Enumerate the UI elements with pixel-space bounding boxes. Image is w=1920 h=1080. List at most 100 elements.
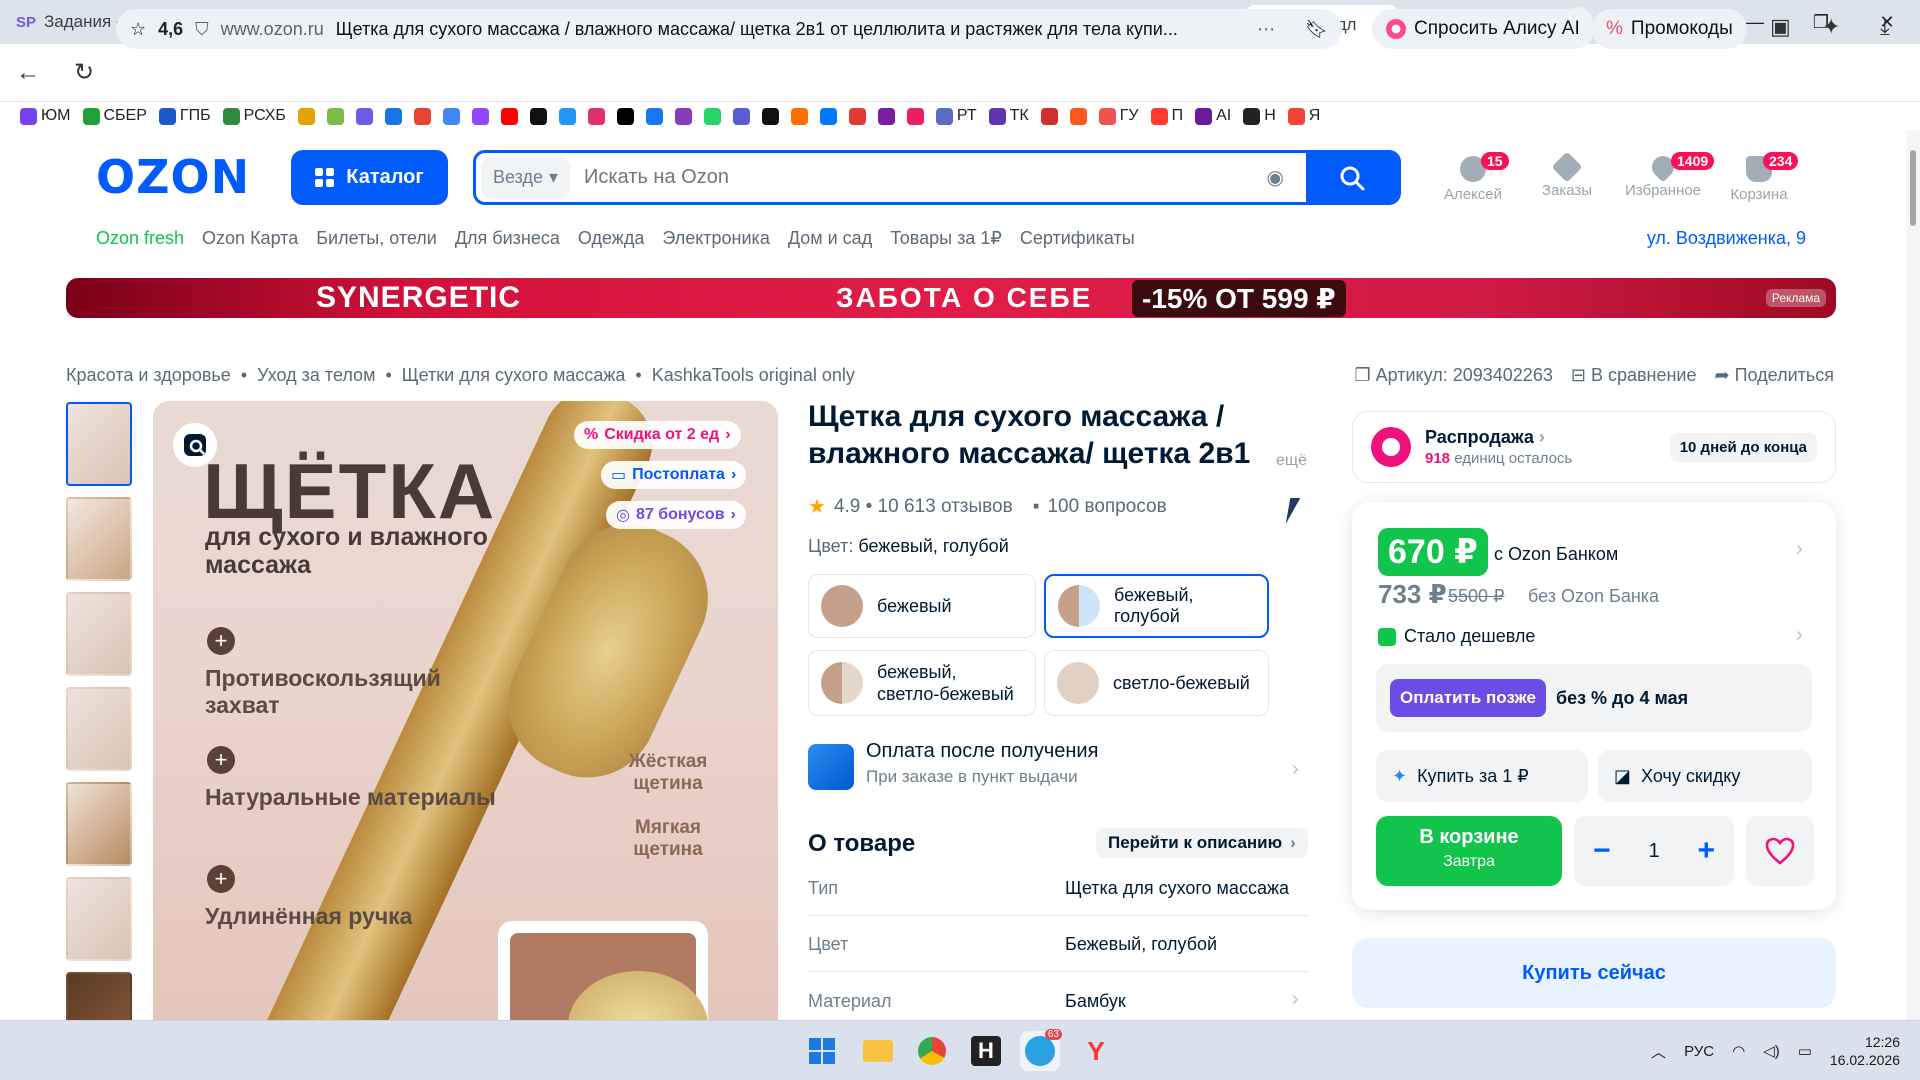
price-dropped-link[interactable]: Стало дешевле (1378, 626, 1535, 647)
camera-icon[interactable]: ◉ (1267, 165, 1284, 190)
bookmark-item[interactable] (471, 107, 489, 125)
reload-button[interactable]: ↻ (62, 58, 106, 87)
price-with-card[interactable]: 670 ₽ (1378, 528, 1488, 576)
wifi-icon[interactable]: ◠ (1732, 1042, 1745, 1060)
color-swatch[interactable]: бежевый, светло-бежевый (808, 650, 1036, 716)
subnav-item[interactable]: Электроника (662, 228, 769, 249)
bookmark-item[interactable] (442, 107, 460, 125)
bookmark-item[interactable]: AI (1195, 107, 1231, 125)
bookmark-item[interactable] (413, 107, 431, 125)
orders-link[interactable]: Заказы (1527, 151, 1607, 199)
share-link[interactable]: ➦ Поделиться (1715, 365, 1835, 386)
bookmark-item[interactable] (529, 107, 547, 125)
search-scope-select[interactable]: Везде ▾ (481, 157, 571, 198)
bookmark-item[interactable]: РТ (935, 107, 977, 125)
bookmark-item[interactable]: Я (1287, 107, 1320, 125)
favorites-link[interactable]: 1409 Избранное (1623, 151, 1715, 199)
pay-later-block[interactable]: Оплатить позже без % до 4 мая (1376, 664, 1812, 732)
address-bar[interactable]: ☆ 4,6 ⛉ www.ozon.ru Щетка для сухого мас… (116, 9, 1342, 49)
back-button[interactable]: ← (6, 59, 50, 87)
bookmark-item[interactable] (819, 107, 837, 125)
color-swatch[interactable]: бежевый (808, 574, 1036, 638)
bookmark-item[interactable]: Н (1243, 107, 1276, 125)
product-main-image[interactable]: ЩЁТКА для сухого и влажного массажа + Пр… (153, 401, 778, 1021)
promocodes-button[interactable]: % Промокоды (1592, 9, 1747, 49)
language-indicator[interactable]: РУС (1684, 1043, 1714, 1060)
ask-alice-button[interactable]: Спросить Алису AI (1372, 9, 1594, 49)
volume-icon[interactable]: ◁) (1763, 1042, 1780, 1060)
extensions-icon[interactable]: ✦ (1822, 14, 1840, 40)
buy-now-button[interactable]: Купить сейчас (1352, 938, 1836, 1008)
discount-chip[interactable]: % Скидка от 2 ед › (574, 421, 741, 449)
bookmark-item[interactable] (384, 107, 402, 125)
bookmark-item[interactable]: СБЕР (82, 107, 147, 125)
add-to-favorites-button[interactable] (1746, 816, 1814, 886)
ozon-logo[interactable]: OZON (96, 150, 250, 204)
image-icon[interactable]: ▣ (1770, 14, 1791, 40)
bookmark-item[interactable] (326, 107, 344, 125)
subnav-item[interactable]: Ozon Карта (202, 228, 298, 249)
questions-link[interactable]: 100 вопросов (1047, 496, 1166, 518)
bookmark-item[interactable] (790, 107, 808, 125)
pay-after-receipt[interactable]: Оплата после получения При заказе в пунк… (808, 740, 1308, 800)
profile-link[interactable]: 15 Алексей (1433, 152, 1513, 203)
search-input[interactable] (570, 166, 1267, 189)
subnav-item[interactable]: Билеты, отели (316, 228, 437, 249)
download-icon[interactable]: ⤓ (1880, 14, 1890, 40)
bookmark-item[interactable] (645, 107, 663, 125)
gallery-thumbnail[interactable] (66, 877, 132, 961)
increase-button[interactable]: + (1698, 834, 1716, 868)
bookmark-item[interactable] (616, 107, 634, 125)
color-swatch[interactable]: светло-бежевый (1044, 650, 1269, 716)
gallery-thumbnail[interactable] (66, 592, 132, 676)
bookmark-item[interactable] (1069, 107, 1087, 125)
bookmark-item[interactable] (587, 107, 605, 125)
bookmark-item[interactable]: РСХБ (222, 107, 286, 125)
title-more-link[interactable]: ещё (1276, 452, 1307, 470)
bookmark-item[interactable] (355, 107, 373, 125)
buy-for-1-button[interactable]: ✦ Купить за 1 ₽ (1376, 750, 1588, 802)
telegram-app[interactable]: 63 (1020, 1029, 1062, 1071)
compare-link[interactable]: ⊟ В сравнение (1571, 365, 1697, 386)
chevron-right-icon[interactable]: › (1796, 538, 1803, 561)
yandex-browser-app[interactable]: Y (1076, 1031, 1116, 1071)
chrome-app[interactable] (912, 1031, 952, 1071)
want-discount-button[interactable]: ◪ Хочу скидку (1598, 750, 1812, 802)
cart-link[interactable]: 234 Корзина (1719, 152, 1799, 203)
search-button[interactable] (1306, 153, 1398, 202)
subnav-item[interactable]: Одежда (578, 228, 644, 249)
ad-banner[interactable]: SYNERGETIC ЗАБОТА О СЕБЕ -15% ОТ 599 ₽ Р… (66, 278, 1836, 318)
reviews-link[interactable]: 4.9 • 10 613 отзывов (834, 496, 1013, 518)
subnav-item[interactable]: Сертификаты (1020, 228, 1135, 249)
sale-card[interactable]: Распродажа › 918 единиц осталось 10 дней… (1352, 411, 1836, 483)
gallery-thumbnail[interactable] (66, 402, 132, 486)
bookmark-item[interactable]: П (1150, 107, 1183, 125)
breadcrumb-item[interactable]: Уход за телом (257, 365, 375, 386)
bookmark-item[interactable] (500, 107, 518, 125)
postpay-chip[interactable]: ▭ Постоплата › (601, 461, 747, 489)
bookmark-item[interactable] (297, 107, 315, 125)
clock[interactable]: 12:26 16.02.2026 (1830, 1033, 1900, 1069)
bookmark-icon[interactable]: 🔖︎ (1305, 19, 1328, 40)
catalog-button[interactable]: Каталог (291, 150, 448, 205)
restore-button[interactable]: ❐ (1788, 12, 1854, 33)
breadcrumb-item[interactable]: KashkaTools original only (652, 365, 855, 386)
bookmark-item[interactable]: ГУ (1098, 107, 1139, 125)
gallery-thumbnail[interactable] (66, 782, 132, 866)
bookmark-item[interactable]: ЮМ (20, 107, 71, 125)
start-button[interactable] (802, 1031, 842, 1071)
bookmark-item[interactable] (761, 107, 779, 125)
bookmark-item[interactable]: ТК (988, 107, 1029, 125)
more-icon[interactable]: ⋯ (1257, 19, 1275, 40)
bookmark-item[interactable]: ГПБ (158, 107, 211, 125)
bonus-chip[interactable]: ◎ 87 бонусов › (606, 501, 746, 529)
color-swatch-selected[interactable]: бежевый, голубой (1044, 574, 1269, 638)
subnav-item[interactable]: Для бизнеса (455, 228, 560, 249)
pay-later-button[interactable]: Оплатить позже (1390, 679, 1546, 717)
subnav-item[interactable]: Дом и сад (788, 228, 872, 249)
decrease-button[interactable]: − (1593, 834, 1611, 868)
subnav-item[interactable]: Ozon fresh (96, 228, 184, 249)
battery-icon[interactable]: ▭ (1798, 1042, 1812, 1060)
go-to-description-link[interactable]: Перейти к описанию › (1096, 828, 1308, 858)
bookmark-item[interactable] (848, 107, 866, 125)
